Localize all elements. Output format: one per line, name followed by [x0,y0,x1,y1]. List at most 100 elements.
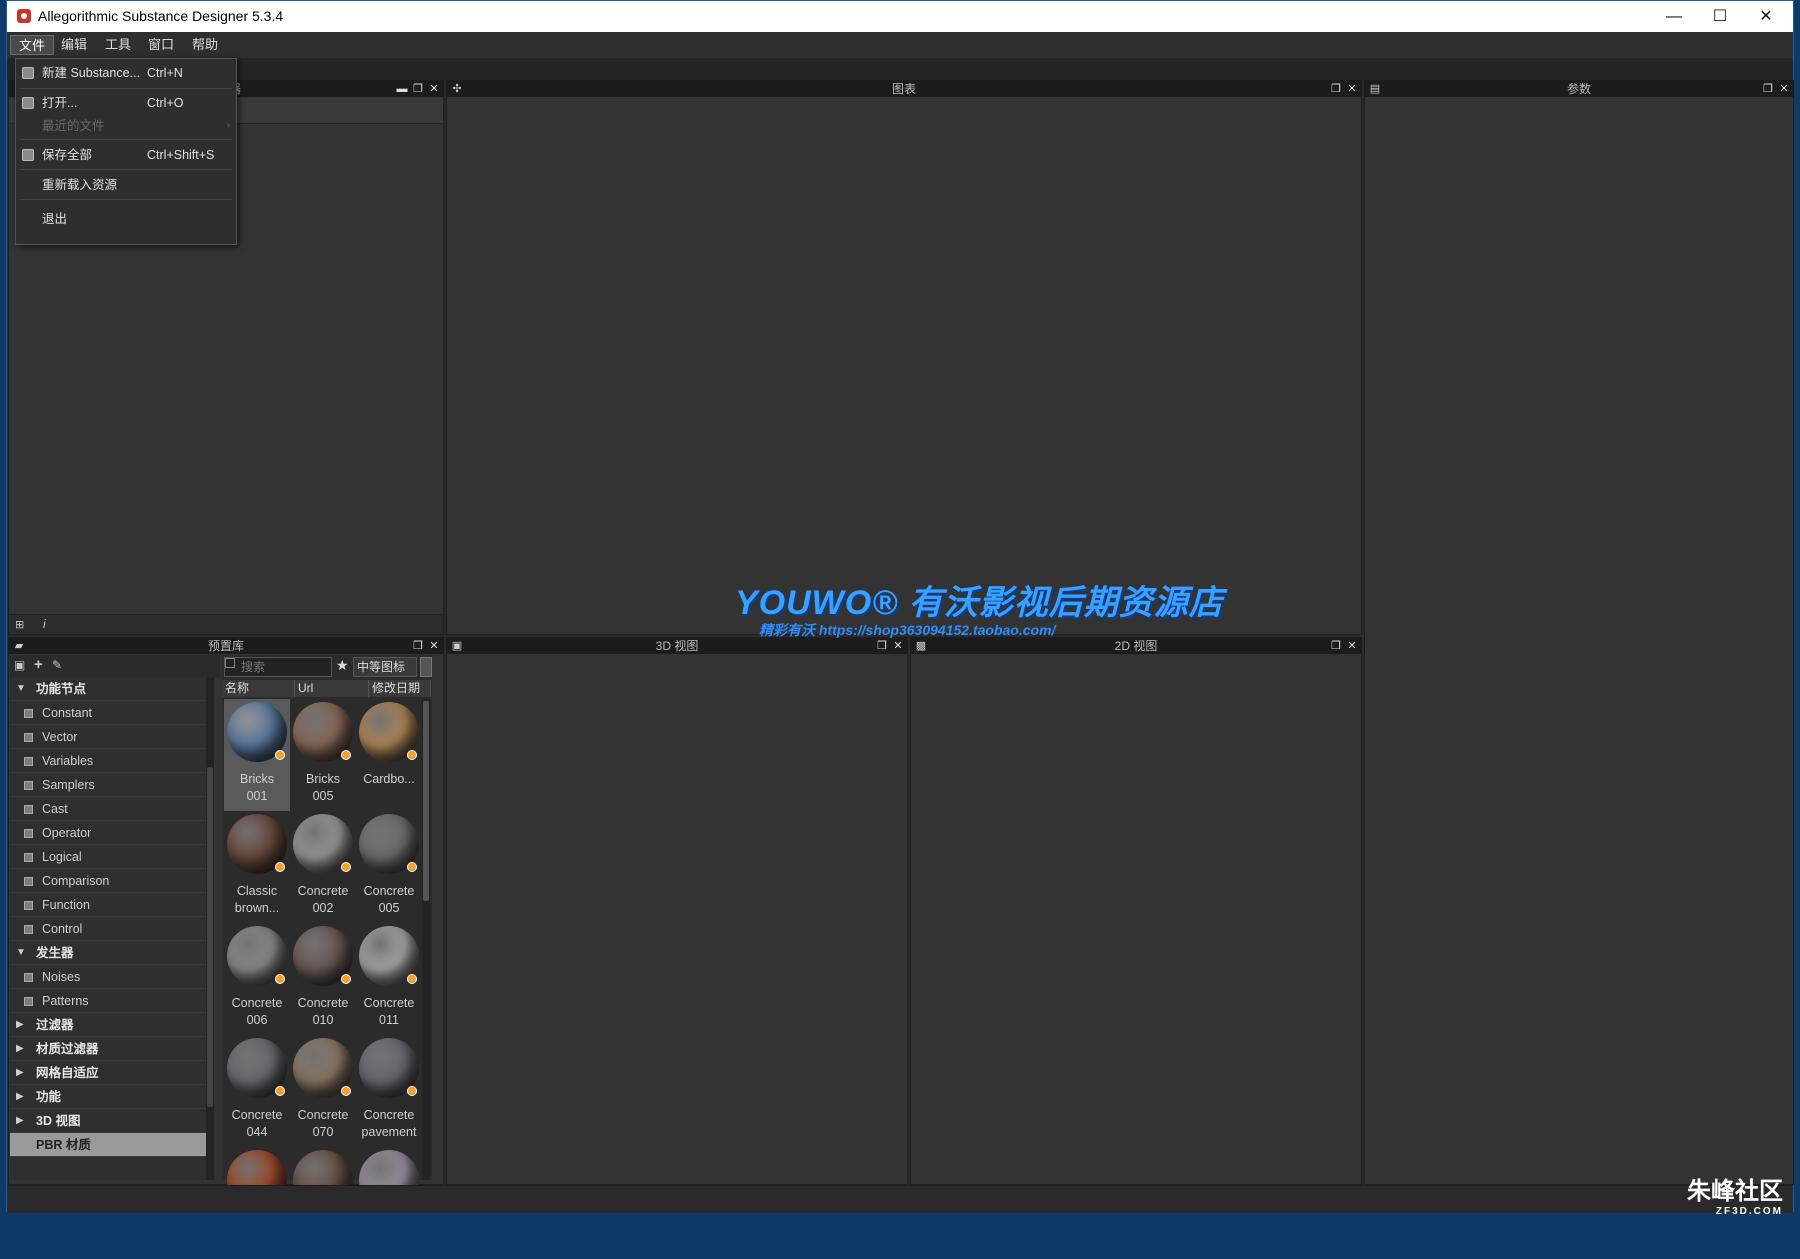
material-item[interactable]: Bricks 001 [224,699,290,811]
material-item[interactable]: Concrete 005 [356,811,422,923]
view-mode-icon[interactable] [420,657,432,677]
tree-category[interactable]: ▶ 功能 [10,1085,206,1109]
column-name[interactable]: 名称 [222,680,295,697]
tree-label: 3D 视图 [36,1114,81,1128]
close-button[interactable]: ✕ [1743,1,1789,32]
tree-item[interactable]: Constant [10,701,206,725]
tree-label: Variables [42,754,94,768]
tree-item[interactable]: Operator [10,821,206,845]
hierarchy-icon[interactable]: ⊞ [15,618,24,631]
menu-item-exit[interactable]: 退出 [16,207,236,231]
tree-category[interactable]: ▼ 发生器 [10,941,206,965]
material-item[interactable]: Cardbo... [356,699,422,811]
substance-badge-icon [407,974,417,984]
tree-item[interactable]: Patterns [10,989,206,1013]
tree-item[interactable]: Function [10,893,206,917]
tree-item[interactable]: Control [10,917,206,941]
tree-item[interactable]: Samplers [10,773,206,797]
view-mode-select[interactable]: 中等图标 [353,657,417,677]
title-bar: Allegorithmic Substance Designer 5.3.4 —… [7,1,1793,32]
node-icon [24,853,33,862]
menu-edit[interactable]: 编辑 [53,35,95,55]
float-icon[interactable]: ❐ [1329,81,1343,97]
tree-category[interactable]: ▼ 功能节点 [10,677,206,701]
substance-badge-icon [275,974,285,984]
column-date[interactable]: 修改日期 [369,680,431,697]
expand-right-icon[interactable]: ▶ [16,1037,24,1061]
tree-item[interactable]: Vector [10,725,206,749]
expand-right-icon[interactable]: ▶ [16,1061,24,1085]
tree-item[interactable]: Logical [10,845,206,869]
library-tree: ▼ 功能节点 Constant Vector Variables Samplers Cast… [10,677,206,1180]
menu-item-reload[interactable]: 重新载入资源 [16,173,236,197]
maximize-button[interactable]: ☐ [1697,1,1743,32]
panel-close-icon[interactable]: ✕ [1345,81,1359,97]
favorite-star-icon[interactable]: ★ [336,657,349,674]
view2d-panel[interactable]: ▩ 2D 视图 ❐ ✕ [910,637,1362,1185]
material-item[interactable]: Concrete 006 [224,923,290,1035]
open-icon [22,97,34,109]
library-title: 预置库 [207,639,244,653]
edit-icon[interactable]: ✎ [52,658,62,672]
grid-scrollbar[interactable] [422,699,430,1180]
material-item[interactable]: Concrete 044 [224,1035,290,1147]
panel-close-icon[interactable]: ✕ [1345,638,1359,654]
material-item[interactable]: Concrete 002 [290,811,356,923]
material-item[interactable]: Concrete 011 [356,923,422,1035]
panel-close-icon[interactable]: ✕ [891,638,905,654]
tree-category[interactable]: ▶ 3D 视图 [10,1109,206,1133]
expand-right-icon[interactable]: ▶ [16,1013,24,1037]
menu-item-label: 最近的文件 [42,119,105,133]
panel-close-icon[interactable]: ✕ [427,81,441,97]
material-item[interactable]: Concrete 010 [290,923,356,1035]
menu-item-save-all[interactable]: 保存全部 Ctrl+Shift+S [16,143,236,167]
float-icon[interactable]: ❐ [875,638,889,654]
menu-file[interactable]: 文件 [10,35,55,55]
menu-item-new[interactable]: 新建 Substance... Ctrl+N [16,61,236,85]
minimize-button[interactable]: — [1651,1,1697,32]
tree-item[interactable]: Comparison [10,869,206,893]
float-icon[interactable]: ❐ [411,81,425,97]
info-icon[interactable]: i [43,617,46,631]
tree-scrollbar[interactable] [206,677,214,1180]
float-icon[interactable]: ❐ [411,638,425,654]
view2d-title: 2D 视图 [1114,639,1158,653]
tree-category[interactable]: ▶ 材质过滤器 [10,1037,206,1061]
tree-category[interactable]: ▶ 网格自适应 [10,1061,206,1085]
expand-right-icon[interactable]: ▶ [16,1109,24,1133]
tree-category[interactable]: PBR 材质 [10,1133,206,1157]
node-icon [24,829,33,838]
panel-close-icon[interactable]: ✕ [1777,81,1791,97]
float-icon[interactable]: ❐ [1761,81,1775,97]
material-item[interactable]: Classic brown... [224,811,290,923]
library-folder-icon[interactable]: ▣ [14,658,25,672]
menu-window[interactable]: 窗口 [140,35,182,55]
view3d-panel[interactable]: ▣ 3D 视图 ❐ ✕ [446,637,908,1185]
pin-icon[interactable]: ▬ [395,81,409,97]
material-label: Classic brown... [234,884,280,915]
menu-help[interactable]: 帮助 [184,35,226,55]
panel-close-icon[interactable]: ✕ [427,638,441,654]
tree-item[interactable]: Variables [10,749,206,773]
float-icon[interactable]: ❐ [1329,638,1343,654]
search-input[interactable]: 搜索 [224,657,332,677]
expand-right-icon[interactable]: ▶ [16,1085,24,1109]
material-label: Concrete 010 [297,996,349,1027]
expand-down-icon[interactable]: ▼ [16,677,26,701]
add-icon[interactable]: + [34,656,43,673]
tree-label: 过滤器 [36,1018,74,1032]
material-item[interactable]: Concrete pavement [356,1035,422,1147]
column-url[interactable]: Url [295,680,369,697]
tree-item[interactable]: Noises [10,965,206,989]
menu-item-recent[interactable]: 最近的文件 › [16,114,236,138]
material-item[interactable]: Concrete 070 [290,1035,356,1147]
expand-down-icon[interactable]: ▼ [16,941,26,965]
tree-item[interactable]: Cast [10,797,206,821]
material-item[interactable]: Bricks 005 [290,699,356,811]
graph-panel[interactable]: ✣ 图表 ❐ ✕ [446,80,1362,635]
tree-category[interactable]: ▶ 过滤器 [10,1013,206,1037]
node-icon [24,901,33,910]
menu-item-open[interactable]: 打开... Ctrl+O [16,91,236,115]
menu-tools[interactable]: 工具 [97,35,139,55]
material-label: Concrete 006 [231,996,283,1027]
